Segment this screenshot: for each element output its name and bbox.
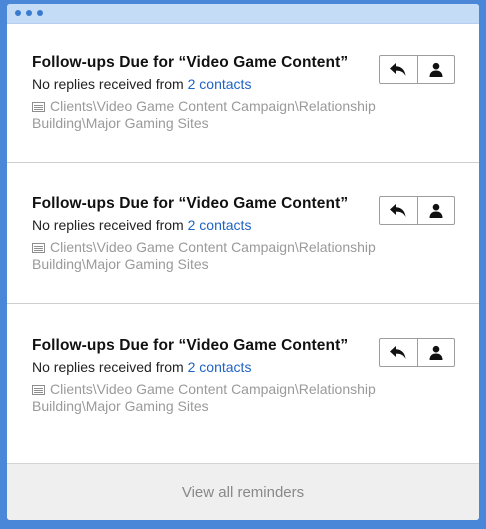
reminder-actions: [379, 196, 455, 225]
reminders-window: Follow-ups Due for “Video Game Content” …: [7, 4, 479, 520]
reply-icon: [390, 62, 406, 76]
window-dot-3[interactable]: [37, 10, 43, 16]
window-dot-2[interactable]: [26, 10, 32, 16]
reminder-card: Follow-ups Due for “Video Game Content” …: [7, 165, 479, 304]
reminder-summary-text: No replies received from: [32, 76, 188, 92]
reminder-path-text: Clients\Video Game Content Campaign\Rela…: [32, 98, 376, 131]
reminder-card: Follow-ups Due for “Video Game Content” …: [7, 306, 479, 444]
user-icon: [429, 62, 443, 77]
reminder-path-text: Clients\Video Game Content Campaign\Rela…: [32, 239, 376, 272]
folder-list-icon: [32, 243, 45, 253]
reminder-title: Follow-ups Due for “Video Game Content”: [32, 337, 349, 354]
reminders-footer: View all reminders: [7, 463, 479, 520]
reminder-summary-text: No replies received from: [32, 217, 188, 233]
reply-icon: [390, 345, 406, 359]
contact-button[interactable]: [416, 56, 455, 83]
contact-button[interactable]: [416, 197, 455, 224]
reply-button[interactable]: [380, 56, 417, 83]
reminder-title: Follow-ups Due for “Video Game Content”: [32, 195, 349, 212]
window-dot-1[interactable]: [15, 10, 21, 16]
reminder-summary-text: No replies received from: [32, 359, 188, 375]
reminder-path: Clients\Video Game Content Campaign\Rela…: [32, 239, 392, 273]
user-icon: [429, 345, 443, 360]
contacts-link[interactable]: 2 contacts: [188, 76, 252, 92]
reminder-path-text: Clients\Video Game Content Campaign\Rela…: [32, 381, 376, 414]
contact-button[interactable]: [416, 339, 455, 366]
contacts-link[interactable]: 2 contacts: [188, 217, 252, 233]
window-titlebar: [7, 4, 479, 24]
reminder-path: Clients\Video Game Content Campaign\Rela…: [32, 381, 392, 415]
reminder-path: Clients\Video Game Content Campaign\Rela…: [32, 98, 392, 132]
reminder-actions: [379, 338, 455, 367]
contacts-link[interactable]: 2 contacts: [188, 359, 252, 375]
reminder-card: Follow-ups Due for “Video Game Content” …: [7, 24, 479, 163]
reminder-title: Follow-ups Due for “Video Game Content”: [32, 54, 349, 71]
reminder-summary: No replies received from 2 contacts: [32, 217, 251, 233]
folder-list-icon: [32, 102, 45, 112]
reminder-summary: No replies received from 2 contacts: [32, 359, 251, 375]
reply-button[interactable]: [380, 197, 417, 224]
reminder-actions: [379, 55, 455, 84]
reminder-summary: No replies received from 2 contacts: [32, 76, 251, 92]
reply-icon: [390, 203, 406, 217]
folder-list-icon: [32, 385, 45, 395]
view-all-reminders-link[interactable]: View all reminders: [182, 484, 304, 501]
user-icon: [429, 203, 443, 218]
reply-button[interactable]: [380, 339, 417, 366]
